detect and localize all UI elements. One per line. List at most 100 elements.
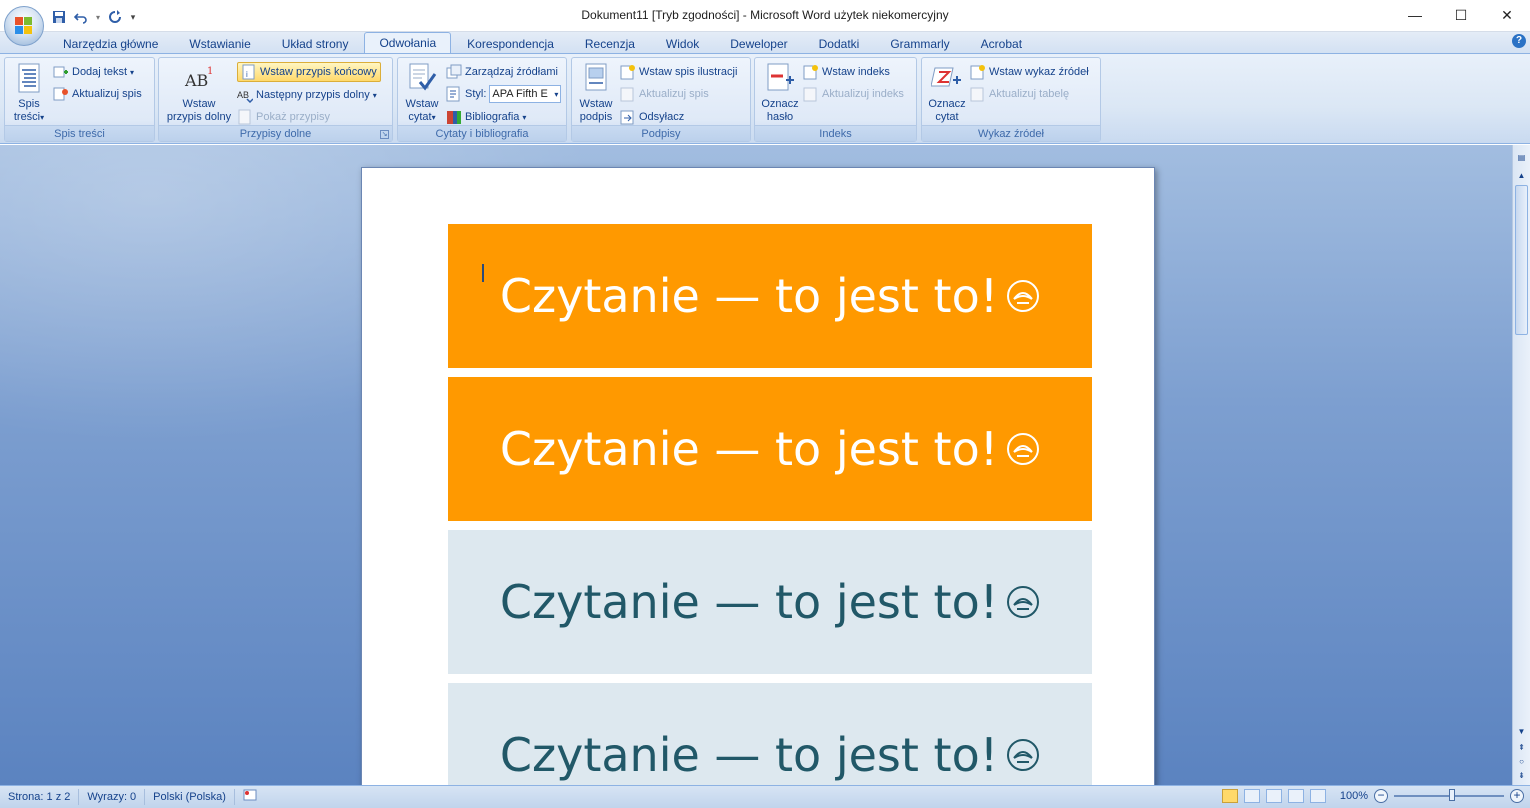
group-citations: Wstaw cytat▾ Zarządzaj źródłami Styl: AP…: [397, 57, 567, 142]
next-footnote-button[interactable]: AB Następny przypis dolny ▾: [237, 85, 377, 105]
previous-page-icon[interactable]: ⇞: [1515, 741, 1528, 754]
insert-table-of-authorities-icon: [970, 64, 986, 80]
group-authorities: Oznacz cytat Wstaw wykaz źródeł Aktualiz…: [921, 57, 1101, 142]
minimize-button[interactable]: —: [1392, 0, 1438, 30]
maximize-button[interactable]: ☐: [1438, 0, 1484, 30]
tab-review[interactable]: Recenzja: [570, 33, 650, 53]
browse-object-icon[interactable]: ○: [1515, 755, 1528, 768]
group-toc-label: Spis treści: [5, 125, 154, 141]
add-text-label: Dodaj tekst: [72, 66, 128, 78]
group-index: Oznacz hasło Wstaw indeks Aktualizuj ind…: [754, 57, 917, 142]
insert-citation-label-1: Wstaw: [405, 98, 439, 110]
footnotes-dialog-launcher-icon[interactable]: ↘: [380, 130, 389, 139]
bibliography-button[interactable]: Bibliografia ▾: [446, 107, 526, 127]
status-words[interactable]: Wyrazy: 0: [79, 789, 146, 805]
mark-entry-icon: [764, 62, 796, 94]
update-table-of-figures-button[interactable]: Aktualizuj spis: [620, 84, 709, 104]
macro-record-icon[interactable]: [235, 789, 265, 805]
outline-view-icon[interactable]: [1287, 789, 1304, 803]
tab-page-layout[interactable]: Układ strony: [267, 33, 364, 53]
ruler-toggle-icon[interactable]: ▤: [1515, 151, 1528, 164]
mark-entry-label-2: hasło: [766, 111, 794, 123]
manage-sources-icon: [446, 64, 462, 80]
text-band-3[interactable]: Czytanie — to jest to!: [448, 530, 1092, 674]
text-band-4[interactable]: Czytanie — to jest to!: [448, 683, 1092, 785]
update-table-of-figures-icon: [620, 86, 636, 102]
update-table-of-authorities-icon: [970, 86, 986, 102]
title-bar: ▾ ▾ Dokument11 [Tryb zgodności] - Micros…: [0, 0, 1530, 32]
insert-caption-label-1: Wstaw: [579, 98, 613, 110]
add-text-button[interactable]: Dodaj tekst ▾: [53, 62, 134, 82]
scroll-up-icon[interactable]: ▲: [1515, 169, 1528, 182]
update-toc-icon: [53, 86, 69, 102]
manage-sources-button[interactable]: Zarządzaj źródłami: [446, 62, 558, 82]
group-index-label: Indeks: [755, 125, 916, 141]
group-captions: Wstaw podpis Wstaw spis ilustracji Aktua…: [571, 57, 751, 142]
insert-caption-icon: [580, 62, 612, 94]
tab-view[interactable]: Widok: [651, 33, 714, 53]
next-page-icon[interactable]: ⇟: [1515, 769, 1528, 782]
zoom-in-button[interactable]: +: [1510, 789, 1524, 803]
bibliography-icon: [446, 109, 462, 125]
insert-index-button[interactable]: Wstaw indeks: [803, 62, 890, 82]
close-button[interactable]: ✕: [1484, 0, 1530, 30]
office-button[interactable]: [4, 6, 44, 46]
text-cursor: [482, 264, 484, 282]
tab-addins[interactable]: Dodatki: [804, 33, 875, 53]
tab-insert[interactable]: Wstawianie: [174, 33, 265, 53]
update-index-button[interactable]: Aktualizuj indeks: [803, 84, 904, 104]
web-layout-view-icon[interactable]: [1265, 789, 1282, 803]
zoom-slider-knob[interactable]: [1449, 789, 1455, 801]
text-band-2[interactable]: Czytanie — to jest to!: [448, 377, 1092, 521]
insert-index-label: Wstaw indeks: [822, 66, 890, 78]
insert-table-of-authorities-button[interactable]: Wstaw wykaz źródeł: [970, 62, 1089, 82]
style-combo-value: APA Fifth E: [492, 88, 548, 100]
manage-sources-label: Zarządzaj źródłami: [465, 66, 558, 78]
full-screen-reading-view-icon[interactable]: [1243, 789, 1260, 803]
zoom-slider[interactable]: [1394, 789, 1504, 801]
mark-entry-button[interactable]: Oznacz hasło: [759, 62, 801, 124]
insert-footnote-button[interactable]: AB 1 Wstaw przypis dolny: [163, 62, 235, 124]
insert-table-of-figures-button[interactable]: Wstaw spis ilustracji: [620, 62, 737, 82]
status-language[interactable]: Polski (Polska): [145, 789, 235, 805]
scrollbar-thumb[interactable]: [1515, 185, 1528, 335]
draft-view-icon[interactable]: [1309, 789, 1326, 803]
insert-caption-button[interactable]: Wstaw podpis: [576, 62, 616, 124]
insert-endnote-label: Wstaw przypis końcowy: [260, 66, 377, 78]
status-page[interactable]: Strona: 1 z 2: [0, 789, 80, 805]
group-captions-label: Podpisy: [572, 125, 750, 141]
reading-book-icon: [1007, 586, 1040, 618]
group-footnotes: AB 1 Wstaw przypis dolny i Wstaw przypis …: [158, 57, 393, 142]
print-layout-view-icon[interactable]: [1221, 789, 1238, 803]
tab-mailings[interactable]: Korespondencja: [452, 33, 569, 53]
text-band-1[interactable]: Czytanie — to jest to!: [448, 224, 1092, 368]
document-page[interactable]: Czytanie — to jest to! Czytanie — to jes…: [361, 167, 1155, 785]
group-citations-label: Cytaty i bibliografia: [398, 125, 566, 141]
update-table-of-authorities-button[interactable]: Aktualizuj tabelę: [970, 84, 1069, 104]
insert-citation-button[interactable]: Wstaw cytat▾: [402, 62, 442, 124]
tab-developer[interactable]: Deweloper: [715, 33, 802, 53]
insert-endnote-button[interactable]: i Wstaw przypis końcowy: [237, 62, 381, 82]
update-table-of-figures-label: Aktualizuj spis: [639, 88, 709, 100]
tab-home[interactable]: Narzędzia główne: [48, 33, 173, 53]
toc-icon: [13, 62, 45, 94]
tab-grammarly[interactable]: Grammarly: [875, 33, 964, 53]
tab-acrobat[interactable]: Acrobat: [966, 33, 1037, 53]
insert-footnote-label-2: przypis dolny: [166, 111, 232, 123]
zoom-out-button[interactable]: −: [1374, 789, 1388, 803]
cross-reference-button[interactable]: Odsyłacz: [620, 107, 684, 127]
vertical-scrollbar[interactable]: ▤ ▲ ▼ ⇞ ○ ⇟: [1512, 145, 1530, 785]
mark-citation-button[interactable]: Oznacz cytat: [926, 62, 968, 124]
svg-text:AB: AB: [184, 71, 208, 90]
reading-book-icon: [1007, 433, 1040, 465]
insert-index-icon: [803, 64, 819, 80]
toc-button[interactable]: Spis treści▾: [9, 62, 49, 124]
update-toc-button[interactable]: Aktualizuj spis: [53, 84, 142, 104]
show-notes-button[interactable]: Pokaż przypisy: [237, 107, 330, 127]
help-icon[interactable]: ?: [1512, 34, 1526, 48]
group-footnotes-label: Przypisy dolne: [159, 125, 392, 141]
tab-references[interactable]: Odwołania: [364, 32, 452, 53]
scroll-down-icon[interactable]: ▼: [1515, 725, 1528, 738]
zoom-level[interactable]: 100%: [1340, 790, 1368, 802]
style-combo[interactable]: APA Fifth E ▾: [489, 85, 562, 103]
